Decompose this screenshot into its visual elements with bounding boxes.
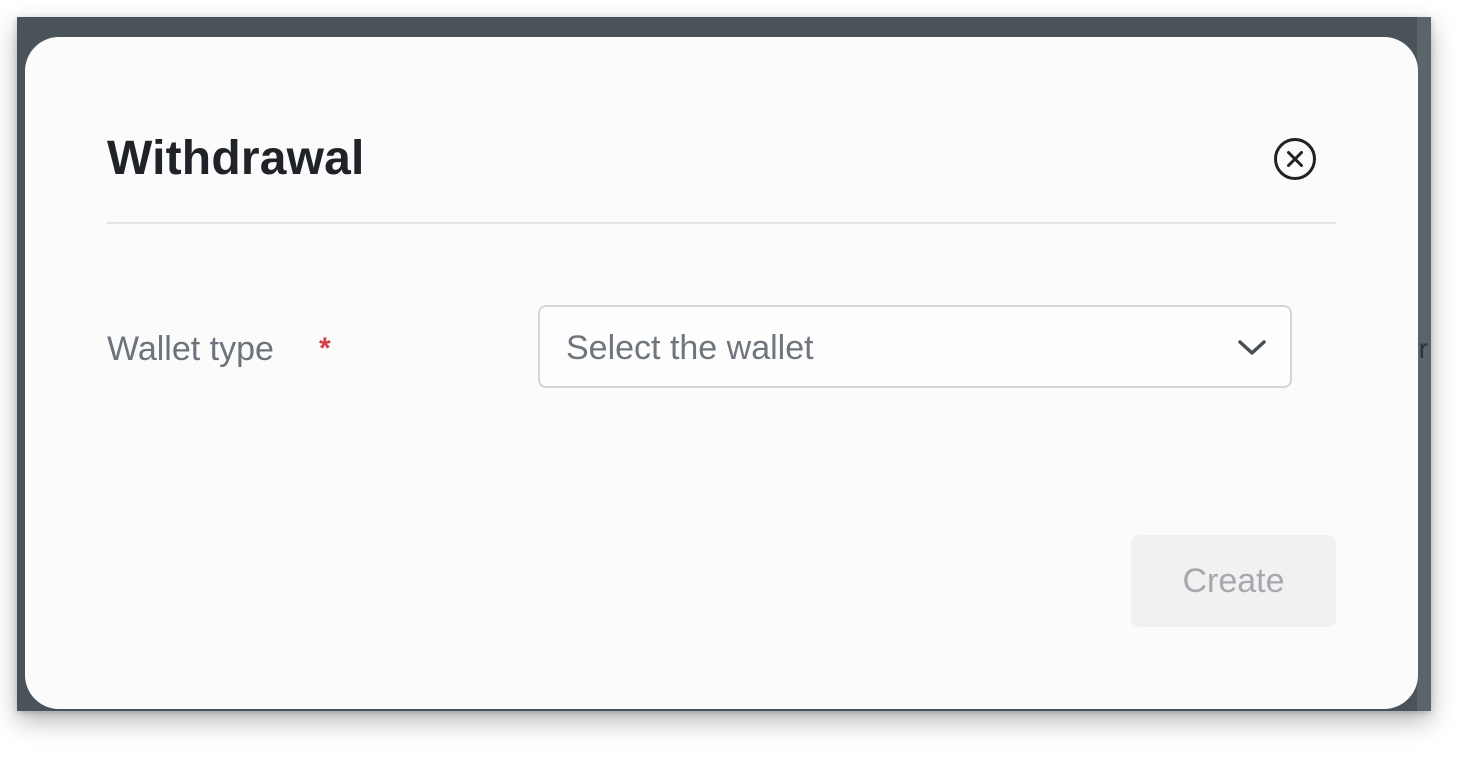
- modal-title: Withdrawal: [107, 132, 365, 185]
- chevron-down-icon: [1238, 340, 1266, 355]
- required-asterisk: *: [319, 332, 331, 365]
- close-button[interactable]: [1273, 137, 1317, 181]
- background-page-edge: r: [1417, 17, 1431, 711]
- wallet-type-select[interactable]: Select the wallet: [538, 305, 1292, 388]
- withdrawal-modal: Withdrawal Wallet type * Select the wall…: [25, 37, 1418, 709]
- modal-header: Withdrawal: [107, 37, 1336, 224]
- wallet-type-label: Wallet type: [107, 330, 274, 368]
- create-button[interactable]: Create: [1131, 535, 1336, 627]
- background-text-fragment: r: [1418, 333, 1428, 364]
- wallet-select-placeholder: Select the wallet: [566, 329, 814, 367]
- close-circle-icon: [1274, 138, 1316, 180]
- wallet-type-row: Wallet type * Select the wallet: [107, 305, 1297, 392]
